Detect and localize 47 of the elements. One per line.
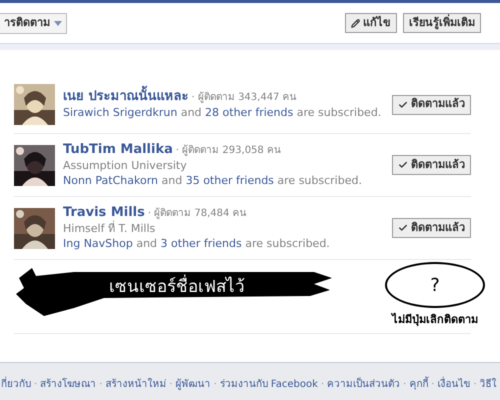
footer-link[interactable]: ร่วมงานกับ Facebook xyxy=(220,377,318,392)
censor-label: เซนเซอร์ชื่อเฟสไว้ xyxy=(109,275,245,300)
friend-link[interactable]: Ing NavShop xyxy=(63,237,133,250)
check-icon xyxy=(398,223,408,233)
profile-detail: Himself ที่ T. Mills xyxy=(63,221,156,236)
footer-link[interactable]: คุกกี้ xyxy=(409,377,428,392)
separator-dot: · xyxy=(431,378,434,392)
footer-link[interactable]: สร้างโฆษณา xyxy=(40,377,96,392)
subscriber-count: · ผู้ติดตาม 78,484 คน xyxy=(148,206,247,221)
friends-link[interactable]: 28 other friends xyxy=(205,106,294,119)
friends-link[interactable]: 35 other friends xyxy=(186,174,274,187)
footer-link[interactable]: วิธีใ xyxy=(480,377,497,392)
separator-dot: · xyxy=(99,378,102,392)
subscribed-button[interactable]: ติดตามแล้ว xyxy=(392,155,471,175)
separator-dot: · xyxy=(214,378,217,392)
footer-link[interactable]: สร้างหน้าใหม่ xyxy=(105,377,166,392)
subscriptions-dropdown[interactable]: ารติดตาม xyxy=(0,12,67,34)
check-icon xyxy=(398,100,408,110)
pencil-icon xyxy=(351,18,360,28)
footer-link[interactable]: กี่ยวกับ xyxy=(1,377,31,392)
footer-link[interactable]: ความเป็นส่วนตัว xyxy=(327,377,400,392)
caret-icon xyxy=(54,20,62,26)
separator-dot: · xyxy=(320,378,324,392)
annotation-caption: ไม่มีปุ่มเลิกติดตาม xyxy=(392,312,478,328)
separator-dot: · xyxy=(473,378,477,392)
learn-more-button[interactable]: เรียนรู้เพิ่มเติม xyxy=(403,13,481,33)
edit-button[interactable]: แก้ไข xyxy=(345,13,397,33)
subscribed-friends-text: Ing NavShop and 3 other friends are subscribed. xyxy=(63,236,331,251)
friend-link[interactable]: Sirawich Srigerdkrun xyxy=(63,106,178,119)
subscribed-button[interactable]: ติดตามแล้ว xyxy=(392,218,471,238)
separator-dot: · xyxy=(34,378,38,392)
subscriber-count: · ผู้ติดตาม 343,447 คน xyxy=(192,90,297,105)
profile-name[interactable]: Travis Mills xyxy=(63,205,145,220)
separator-dot: · xyxy=(169,378,173,392)
footer-link[interactable]: เงื่อนไข xyxy=(437,377,470,392)
profile-name[interactable]: TubTim Mallika xyxy=(63,142,173,157)
friends-link[interactable]: 3 other friends xyxy=(160,237,242,250)
subscribed-friends-text: Sirawich Srigerdkrun and 28 other friends are subscribed. xyxy=(63,105,382,120)
footer-link[interactable]: ผู้พัฒนา xyxy=(176,377,211,392)
subscribed-friends-text: Nonn PatChakorn and 35 other friends are subscribed. xyxy=(63,173,363,188)
profile-detail: Assumption University xyxy=(63,158,188,173)
check-icon xyxy=(398,160,408,170)
subscribed-button[interactable]: ติดตามแล้ว xyxy=(392,94,471,114)
hand-drawn-circle: ? xyxy=(385,262,485,308)
separator-dot: · xyxy=(403,378,406,392)
friend-link[interactable]: Nonn PatChakorn xyxy=(63,174,158,187)
subscriber-count: · ผู้ติดตาม 293,058 คน xyxy=(176,144,281,158)
